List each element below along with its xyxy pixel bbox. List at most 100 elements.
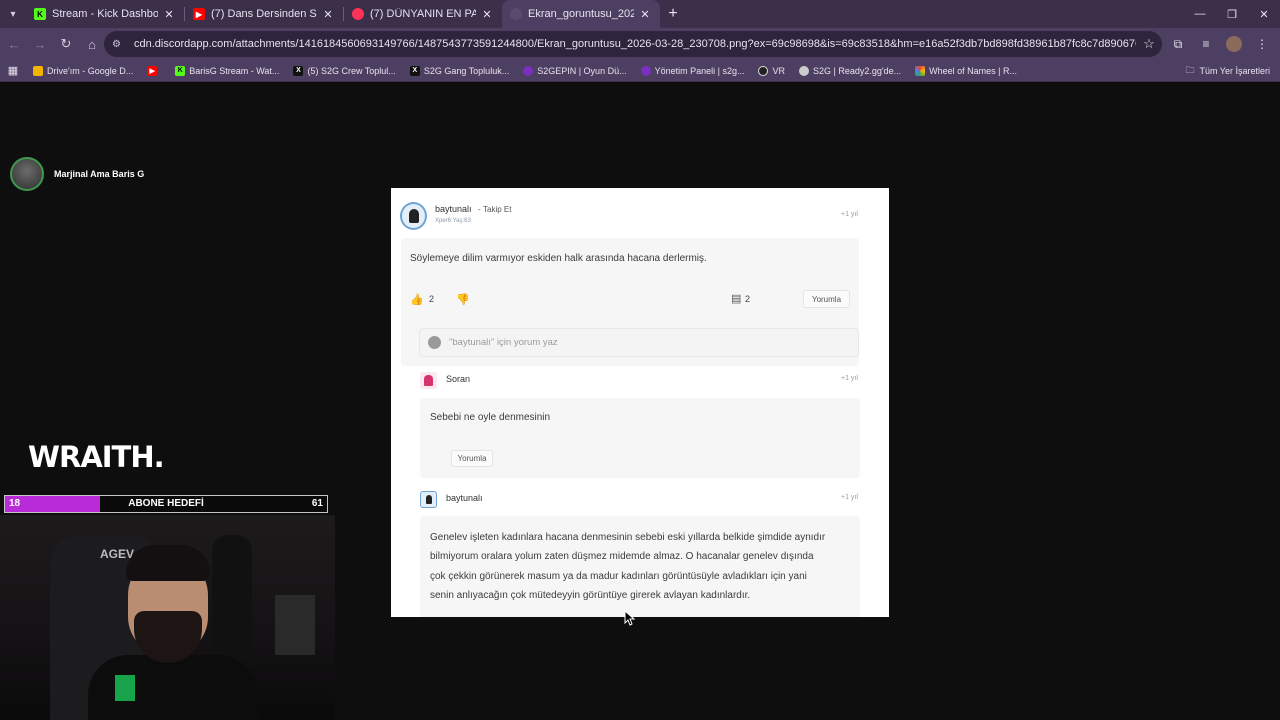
menu-kebab-icon[interactable]: ⋮ — [1248, 32, 1276, 56]
dislike-icon[interactable]: 👎 — [456, 293, 470, 306]
bookmark-label: Yönetim Paneli | s2g... — [654, 65, 745, 76]
forward-icon[interactable]: → — [28, 32, 52, 56]
tab-ekran-goruntusu[interactable]: Ekran_goruntusu_2026-03-28_2 ✕ — [502, 0, 660, 28]
reply-input[interactable]: "baytunalı" için yorum yaz — [419, 328, 859, 357]
bookmarks-bar: ▦ Drive'ım - Google D... ▶ K BarisG Strea… — [0, 60, 1280, 82]
tab-search-button[interactable]: ▾ — [0, 0, 26, 28]
like-icon[interactable]: 👍 — [410, 293, 424, 306]
bookmark-s2g-gang[interactable]: X S2G Gang Topluluk... — [403, 65, 516, 76]
new-tab-button[interactable]: + — [660, 5, 686, 23]
s2g-icon — [640, 65, 651, 76]
extensions-icon[interactable]: ⧉ — [1164, 32, 1192, 56]
user-icon — [428, 336, 441, 349]
tab-strip: ▾ K Stream - Kick Dashboard ✕ ▶ (7) Dans… — [0, 0, 1280, 28]
back-icon[interactable]: ← — [2, 32, 26, 56]
folder-icon: 🗀 — [1185, 64, 1195, 75]
bookmark-youtube-stream[interactable]: ▶ — [140, 65, 168, 76]
reply-text-line: bilmiyorum oralara yolum zaten düşmez mi… — [430, 551, 814, 562]
bookmark-ready2[interactable]: S2G | Ready2.gg'de... — [792, 65, 908, 76]
reading-list-icon[interactable]: ≡ — [1192, 32, 1220, 56]
bookmark-label: S2G Gang Topluluk... — [423, 65, 510, 76]
goal-label: ABONE HEDEFİ — [128, 498, 204, 509]
kick-icon: K — [34, 8, 46, 20]
minimize-icon[interactable]: — — [1184, 0, 1216, 28]
tab-title: Stream - Kick Dashboard — [52, 8, 158, 20]
home-icon[interactable]: ⌂ — [80, 32, 104, 56]
vr-icon — [758, 65, 769, 76]
reply-time: +1 yıl — [841, 494, 858, 501]
tab-kick-dashboard[interactable]: K Stream - Kick Dashboard ✕ — [26, 0, 184, 28]
close-icon[interactable]: ✕ — [162, 8, 176, 21]
mouse-cursor-icon — [624, 610, 636, 626]
toolbar-actions: ⧉ ≡ ⋮ — [1164, 32, 1276, 56]
comment-bubble-icon[interactable]: ▤ — [731, 292, 741, 305]
close-icon[interactable]: ✕ — [638, 8, 652, 21]
address-bar[interactable]: ⚙ cdn.discordapp.com/attachments/1416184… — [104, 31, 1162, 57]
reply-text-line: Genelev işleten kadınlara hacana denmesi… — [430, 532, 826, 543]
apps-grid-icon[interactable]: ▦ — [0, 64, 26, 77]
streamer-hair — [126, 545, 210, 581]
bookmark-label: Drive'ım - Google D... — [47, 65, 134, 76]
profile-avatar-icon[interactable] — [1226, 36, 1242, 52]
tab-youtube-dunyanin[interactable]: (7) DÜNYANIN EN PAHALI FELA ✕ — [344, 0, 502, 28]
bookmark-label: (5) S2G Crew Toplul... — [307, 65, 396, 76]
goal-target: 61 — [311, 498, 323, 509]
comment-time: +1 yıl — [841, 211, 858, 218]
author-meta: Xper6 Yaş:63 — [435, 218, 471, 224]
restore-icon[interactable]: ❐ — [1216, 0, 1248, 28]
bookmark-drive[interactable]: Drive'ım - Google D... — [26, 65, 140, 76]
comment-text: Söylemeye dilim varmıyor eskiden halk ar… — [410, 253, 707, 264]
author-avatar-small — [420, 491, 437, 508]
bookmark-label: S2GEPIN | Oyun Dü... — [537, 65, 627, 76]
follow-separator: - — [478, 205, 481, 214]
reply-author: Soran — [446, 374, 471, 384]
bookmark-kick-stream[interactable]: K BarisG Stream - Wat... — [168, 65, 286, 76]
reply-input-placeholder[interactable]: "baytunalı" için yorum yaz — [449, 337, 558, 348]
site-info-icon[interactable]: ⚙ — [112, 39, 128, 50]
comment-author: baytunalı — [435, 204, 472, 214]
tab-title: Ekran_goruntusu_2026-03-28_2 — [528, 8, 634, 20]
all-bookmarks-folder[interactable]: 🗀 Tüm Yer İşaretleri — [1185, 60, 1270, 81]
sponsor-logo: WRAITH. — [28, 440, 165, 474]
reply-author: baytunalı — [446, 493, 483, 503]
reply-count: 2 — [745, 294, 751, 304]
reply-text-line: senin anlıyacağın çok mütedeyyin görüntü… — [430, 590, 751, 601]
tab-title: (7) DÜNYANIN EN PAHALI FELA — [370, 8, 476, 20]
youtube-icon: ▶ — [193, 8, 205, 20]
bookmark-star-icon[interactable]: ☆ — [1136, 36, 1162, 52]
microphone — [212, 535, 252, 655]
youtube-icon: ▶ — [147, 65, 158, 76]
reload-icon[interactable]: ↻ — [54, 32, 78, 56]
tab-youtube-dans[interactable]: ▶ (7) Dans Dersinden Sonra Ortal ✕ — [185, 0, 343, 28]
bookmark-yonetim[interactable]: Yönetim Paneli | s2g... — [634, 65, 752, 76]
close-window-icon[interactable]: ✕ — [1248, 0, 1280, 28]
webcam-feed: AGEV — [0, 515, 335, 720]
follow-link[interactable]: Takip Et — [483, 205, 511, 214]
reply-button[interactable]: Yorumla — [451, 450, 493, 467]
close-icon[interactable]: ✕ — [321, 8, 335, 21]
avatar — [10, 157, 44, 191]
x-icon: X — [293, 65, 304, 76]
subscriber-goal-bar: 18 ABONE HEDEFİ 61 — [4, 495, 328, 513]
streamer-body — [88, 655, 258, 720]
kick-icon: K — [175, 65, 186, 76]
bookmark-wheel-of-names[interactable]: Wheel of Names | R... — [908, 65, 1024, 76]
bookmark-label: S2G | Ready2.gg'de... — [812, 65, 902, 76]
s2g-icon — [523, 65, 534, 76]
bookmark-label: Wheel of Names | R... — [929, 65, 1017, 76]
bookmark-s2gepin[interactable]: S2GEPIN | Oyun Dü... — [516, 65, 633, 76]
reply-button[interactable]: Yorumla — [803, 290, 850, 308]
bookmark-vr[interactable]: VR — [751, 65, 792, 76]
streamer-name: Marjinal Ama Baris G — [54, 169, 145, 179]
folder-label: Tüm Yer İşaretleri — [1199, 65, 1270, 76]
reply-time: +1 yıl — [841, 375, 858, 382]
comment-screenshot: baytunalı - Takip Et Xper6 Yaş:63 +1 yıl… — [391, 188, 889, 617]
url-text[interactable]: cdn.discordapp.com/attachments/141618456… — [134, 38, 1136, 50]
globe-icon — [798, 65, 809, 76]
soran-avatar — [420, 372, 437, 389]
bookmark-s2g-crew[interactable]: X (5) S2G Crew Toplul... — [286, 65, 402, 76]
reply-text-line: çok çekkin görünerek masum ya da madur k… — [430, 571, 807, 582]
close-icon[interactable]: ✕ — [480, 8, 494, 21]
reply-text: Sebebi ne oyle denmesinin — [430, 412, 551, 423]
window-controls: — ❐ ✕ — [1184, 0, 1280, 28]
